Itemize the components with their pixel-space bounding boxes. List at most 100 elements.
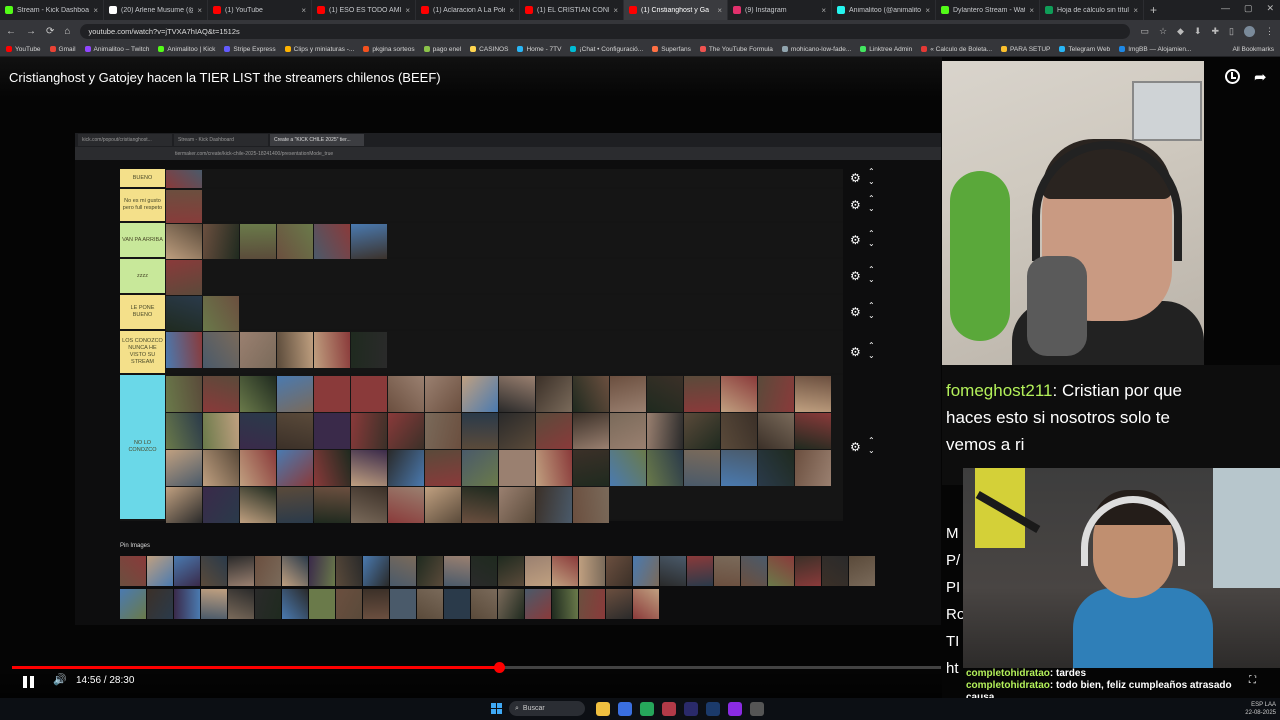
streamer-thumbnail[interactable] bbox=[610, 413, 646, 449]
streamer-thumbnail[interactable] bbox=[277, 224, 313, 260]
bookmark-item[interactable]: pkgina sorteos bbox=[363, 46, 415, 53]
gear-icon[interactable]: ⚙ bbox=[850, 233, 861, 247]
close-icon[interactable]: × bbox=[1029, 6, 1034, 15]
fullscreen-icon[interactable]: ⛶ bbox=[1249, 675, 1256, 686]
streamer-thumbnail[interactable] bbox=[388, 450, 424, 486]
streamer-thumbnail[interactable] bbox=[309, 556, 335, 586]
streamer-thumbnail[interactable] bbox=[351, 450, 387, 486]
streamer-thumbnail[interactable] bbox=[390, 588, 416, 619]
video-player[interactable]: Cristianghost y Gatojey hacen la TIER LI… bbox=[0, 57, 1280, 703]
bookmark-item[interactable]: YouTube bbox=[6, 46, 41, 53]
streamer-thumbnail[interactable] bbox=[174, 588, 200, 619]
streamer-thumbnail[interactable] bbox=[120, 556, 146, 586]
streamer-thumbnail[interactable] bbox=[425, 413, 461, 449]
streamer-thumbnail[interactable] bbox=[203, 376, 239, 412]
bookmark-item[interactable]: Animalitoo | Kick bbox=[158, 46, 215, 53]
streamer-thumbnail[interactable] bbox=[336, 588, 362, 619]
streamer-thumbnail[interactable] bbox=[579, 556, 605, 586]
streamer-thumbnail[interactable] bbox=[240, 450, 276, 486]
volume-icon[interactable]: 🔊 bbox=[53, 673, 67, 686]
streamer-thumbnail[interactable] bbox=[471, 556, 497, 586]
streamer-thumbnail[interactable] bbox=[471, 588, 497, 619]
streamer-thumbnail[interactable] bbox=[363, 556, 389, 586]
streamer-thumbnail[interactable] bbox=[166, 450, 202, 486]
streamer-thumbnail[interactable] bbox=[120, 588, 146, 619]
close-icon[interactable]: × bbox=[1133, 6, 1138, 15]
streamer-thumbnail[interactable] bbox=[282, 556, 308, 586]
streamer-thumbnail[interactable] bbox=[573, 413, 609, 449]
sidebar-icon[interactable]: ▯ bbox=[1229, 26, 1234, 37]
chevron-down-icon[interactable]: ⌄ bbox=[868, 446, 875, 455]
streamer-thumbnail[interactable] bbox=[633, 556, 659, 586]
pause-button[interactable] bbox=[23, 676, 35, 688]
streamer-thumbnail[interactable] bbox=[255, 588, 281, 619]
bookmark-item[interactable]: Animalitoo – Twitch bbox=[84, 46, 149, 53]
streamer-thumbnail[interactable] bbox=[647, 376, 683, 412]
browser-tab[interactable]: (9) Instagram × bbox=[728, 0, 832, 20]
streamer-thumbnail[interactable] bbox=[499, 413, 535, 449]
streamer-thumbnail[interactable] bbox=[552, 588, 578, 619]
app-icon[interactable] bbox=[662, 702, 676, 716]
streamer-thumbnail[interactable] bbox=[417, 556, 443, 586]
streamer-thumbnail[interactable] bbox=[498, 588, 524, 619]
streamer-thumbnail[interactable] bbox=[228, 556, 254, 586]
streamer-thumbnail[interactable] bbox=[314, 450, 350, 486]
streamer-thumbnail[interactable] bbox=[166, 332, 202, 368]
bookmark-item[interactable]: Home - 7TV bbox=[517, 46, 561, 53]
streamer-thumbnail[interactable] bbox=[536, 413, 572, 449]
streamer-thumbnail[interactable] bbox=[425, 376, 461, 412]
streamer-thumbnail[interactable] bbox=[166, 487, 202, 523]
tier-label[interactable]: No es mi gusto pero full respeto bbox=[120, 189, 165, 221]
streamer-thumbnail[interactable] bbox=[203, 487, 239, 523]
home-icon[interactable]: ⌂ bbox=[64, 26, 70, 37]
streamer-thumbnail[interactable] bbox=[647, 413, 683, 449]
chevron-down-icon[interactable]: ⌄ bbox=[868, 204, 875, 213]
obs-icon[interactable] bbox=[728, 702, 742, 716]
tier-label[interactable]: LE PONE BUENO bbox=[120, 295, 165, 329]
streamer-thumbnail[interactable] bbox=[240, 376, 276, 412]
streamer-thumbnail[interactable] bbox=[166, 170, 202, 188]
streamer-thumbnail[interactable] bbox=[525, 588, 551, 619]
bookmark-item[interactable]: « Calculo de Boleta... bbox=[921, 46, 992, 53]
watch-later-icon[interactable] bbox=[1225, 69, 1240, 84]
gear-icon[interactable]: ⚙ bbox=[850, 440, 861, 454]
streamer-thumbnail[interactable] bbox=[462, 413, 498, 449]
streamer-thumbnail[interactable] bbox=[647, 450, 683, 486]
streamer-thumbnail[interactable] bbox=[721, 413, 757, 449]
streamer-thumbnail[interactable] bbox=[309, 588, 335, 619]
share-icon[interactable]: ➦ bbox=[1254, 68, 1267, 86]
streamer-thumbnail[interactable] bbox=[240, 224, 276, 260]
new-tab-button[interactable]: + bbox=[1144, 3, 1163, 17]
bookmark-item[interactable]: ¡Chat • Configuració... bbox=[570, 46, 643, 53]
gear-icon[interactable]: ⚙ bbox=[850, 345, 861, 359]
streamer-thumbnail[interactable] bbox=[166, 413, 202, 449]
browser-tab[interactable]: (1) Aclaracion A La Polem × bbox=[416, 0, 520, 20]
streamer-thumbnail[interactable] bbox=[687, 556, 713, 586]
browser-tab[interactable]: Hoja de cálculo sin título × bbox=[1040, 0, 1144, 20]
streamer-thumbnail[interactable] bbox=[203, 296, 239, 332]
download-icon[interactable]: ⬇ bbox=[1194, 26, 1202, 37]
streamer-thumbnail[interactable] bbox=[579, 588, 605, 619]
streamer-thumbnail[interactable] bbox=[795, 556, 821, 586]
streamer-thumbnail[interactable] bbox=[499, 487, 535, 523]
streamer-thumbnail[interactable] bbox=[166, 296, 202, 332]
streamer-thumbnail[interactable] bbox=[462, 376, 498, 412]
streamer-thumbnail[interactable] bbox=[277, 413, 313, 449]
all-bookmarks[interactable]: All Bookmarks bbox=[1232, 46, 1274, 53]
app-icon[interactable] bbox=[750, 702, 764, 716]
menu-kebab-icon[interactable]: ⋮ bbox=[1265, 26, 1274, 37]
system-tray[interactable]: ESP LAA 22-08-2025 bbox=[1200, 701, 1276, 717]
streamer-thumbnail[interactable] bbox=[277, 332, 313, 368]
chevron-down-icon[interactable]: ⌄ bbox=[868, 239, 875, 248]
file-explorer-icon[interactable] bbox=[596, 702, 610, 716]
bookmark-item[interactable]: Superfans bbox=[652, 46, 691, 53]
chevron-down-icon[interactable]: ⌄ bbox=[868, 275, 875, 284]
profile-avatar[interactable] bbox=[1244, 25, 1255, 37]
streamer-thumbnail[interactable] bbox=[203, 450, 239, 486]
streamer-thumbnail[interactable] bbox=[228, 588, 254, 619]
streamer-thumbnail[interactable] bbox=[462, 487, 498, 523]
photoshop-icon[interactable] bbox=[706, 702, 720, 716]
bookmark-item[interactable]: Gmail bbox=[49, 46, 76, 53]
forward-icon[interactable]: → bbox=[26, 26, 36, 37]
progress-bar[interactable] bbox=[12, 662, 941, 673]
